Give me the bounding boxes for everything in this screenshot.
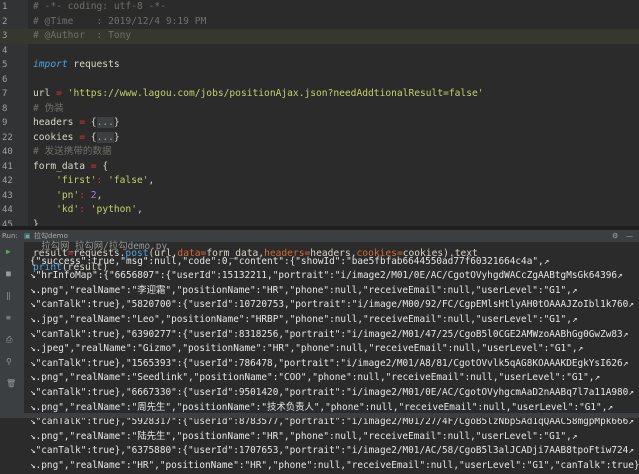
code-token: import xyxy=(33,59,68,70)
line-number: 42 xyxy=(2,176,13,186)
code-line: 22 cookies = {...} xyxy=(0,131,639,146)
folded-region[interactable]: ... xyxy=(96,131,114,143)
code-line: 40 # 发送携带的数据 xyxy=(0,145,639,160)
code-line: 6 xyxy=(0,73,639,88)
code-text: # @Author : Tony xyxy=(33,29,131,44)
console-line: ↘.png","realName":"Seedlink","positionNa… xyxy=(30,372,601,384)
line-number: 22 xyxy=(2,132,13,143)
code-token: 'kd' xyxy=(33,204,80,215)
code-editor[interactable]: 1 # -*- coding: utf-8 -*- 2 # @Time : 2019/… xyxy=(0,0,639,288)
code-text: 'first': 'false', xyxy=(33,174,154,189)
run-toolbar: ▶ ■ ‖ ≡ ⎙ ⚲ 🗑 xyxy=(0,242,24,418)
console-line: ↘.jpg","realName":"Leo","positionName":"… xyxy=(30,313,578,325)
code-token: # 伪装 xyxy=(33,102,64,114)
code-token: # @Time : 2019/12/4 9:19 PM xyxy=(33,15,207,27)
line-number: 2 xyxy=(2,16,8,27)
code-text: 'kd': 'python', xyxy=(33,203,143,218)
run-label: Run: xyxy=(2,232,18,240)
console-line: ↘.png","realName":"陆先生","positionName":"… xyxy=(30,430,578,442)
code-token: form_data xyxy=(33,160,91,172)
code-token: 'first' xyxy=(33,175,97,186)
code-line: 44 'kd': 'python', xyxy=(0,203,639,218)
pin-icon[interactable]: ⚲ xyxy=(6,358,16,366)
code-token: { xyxy=(85,131,97,143)
code-text: form_data = { xyxy=(33,160,108,175)
code-text: # 伪装 xyxy=(33,102,64,117)
code-line: 8 # 伪装 xyxy=(0,102,639,117)
console-line: {"success":true,"msg":null,"code":0,"con… xyxy=(30,255,550,267)
console-line: ↘"canTalk":true},"5820700":{"userId":107… xyxy=(30,299,634,311)
code-line: 3 # @Author : Tony xyxy=(0,29,639,44)
code-token: 'python' xyxy=(85,204,137,215)
console-line: ↘"canTalk":true},"6667330":{"userId":950… xyxy=(30,386,634,398)
code-token: } xyxy=(113,117,120,128)
line-number: 5 xyxy=(2,60,8,70)
console-output[interactable]: _拉勾网_拉勾网/拉勾demo.py {"success":true,"msg":… xyxy=(30,240,639,474)
line-number: 9 xyxy=(2,118,8,128)
code-token: # -*- coding: utf-8 -*- xyxy=(33,1,166,12)
line-number: 44 xyxy=(2,205,13,215)
console-line: ↘"hrInfoMap":{"6656807":{"userId":151322… xyxy=(30,270,623,282)
code-token: 'pn' xyxy=(33,189,80,201)
code-line: 43 'pn': 2, xyxy=(0,189,639,204)
code-line: 1 # -*- coding: utf-8 -*- xyxy=(0,0,639,15)
code-line: 41 form_data = { xyxy=(0,160,639,175)
console-line: ↘.png","realName":"李迎霜","positionName":"… xyxy=(30,284,578,296)
line-number: 41 xyxy=(2,161,13,172)
line-number: 3 xyxy=(2,31,8,41)
code-text: # -*- coding: utf-8 -*- xyxy=(33,0,166,15)
code-token: { xyxy=(85,117,97,128)
code-token: # @Author : Tony xyxy=(33,30,132,41)
code-token: { xyxy=(96,160,109,172)
code-line: 5 import requests xyxy=(0,58,639,73)
code-text: import requests xyxy=(33,58,120,73)
console-line: ↘.png","realName":"HR","positionName":"H… xyxy=(30,459,639,471)
console-line: _拉勾网_拉勾网/拉勾demo.py xyxy=(30,241,168,252)
code-text: cookies = {...} xyxy=(33,131,120,146)
line-number: 43 xyxy=(2,190,13,201)
console-line: ↘"canTalk":true},"1565393":{"userId":786… xyxy=(30,357,629,369)
code-token: headers xyxy=(33,117,80,128)
code-line: 2 # @Time : 2019/12/4 9:19 PM xyxy=(0,15,639,30)
line-number: 7 xyxy=(2,89,8,99)
trash-icon[interactable]: 🗑 xyxy=(6,380,16,388)
code-text: 'pn': 2, xyxy=(33,189,102,204)
console-line: ↘.jpeg","realName":"Gizmo","positionName… xyxy=(30,343,584,355)
pause-icon[interactable]: ‖ xyxy=(6,292,16,300)
code-line: 42 'first': 'false', xyxy=(0,174,639,189)
code-line: 7 url = 'https://www.lagou.com/jobs/posit… xyxy=(0,87,639,102)
status-bar xyxy=(0,413,639,418)
code-token: 'https://www.lagou.com/jobs/positionAjax… xyxy=(61,88,484,99)
line-number: 40 xyxy=(2,147,13,157)
wrap-icon[interactable]: ≡ xyxy=(6,314,16,322)
code-token: requests xyxy=(67,59,120,70)
code-text: headers = {...} xyxy=(33,116,120,131)
code-token: url xyxy=(33,88,57,99)
code-token: 'false' xyxy=(102,175,149,186)
code-line: 9 headers = {...} xyxy=(0,116,639,131)
code-text: url = 'https://www.lagou.com/jobs/positi… xyxy=(33,87,484,102)
code-token: 2 xyxy=(85,189,97,201)
code-line: 4 xyxy=(0,44,639,59)
code-text: # @Time : 2019/12/4 9:19 PM xyxy=(33,15,206,30)
stop-icon[interactable]: ■ xyxy=(6,270,16,278)
line-number: 1 xyxy=(2,2,8,12)
code-token: cookies xyxy=(33,131,80,143)
console-line: ↘"canTalk":true},"6390277":{"userId":831… xyxy=(30,328,629,340)
rerun-icon[interactable]: ▶ xyxy=(6,248,16,256)
print-icon[interactable]: ⎙ xyxy=(6,336,16,344)
line-number: 6 xyxy=(2,74,8,85)
code-token: } xyxy=(113,131,120,143)
line-number: 8 xyxy=(2,103,8,114)
code-token: , xyxy=(96,189,103,201)
code-text: # 发送携带的数据 xyxy=(33,145,112,160)
console-line: ↘"canTalk":true},"6375880":{"userId":170… xyxy=(30,445,634,457)
code-token: , xyxy=(136,204,143,215)
folded-region[interactable]: ... xyxy=(96,117,114,128)
code-token: , xyxy=(148,175,155,186)
line-number: 4 xyxy=(2,45,8,56)
code-token: # 发送携带的数据 xyxy=(33,146,112,157)
